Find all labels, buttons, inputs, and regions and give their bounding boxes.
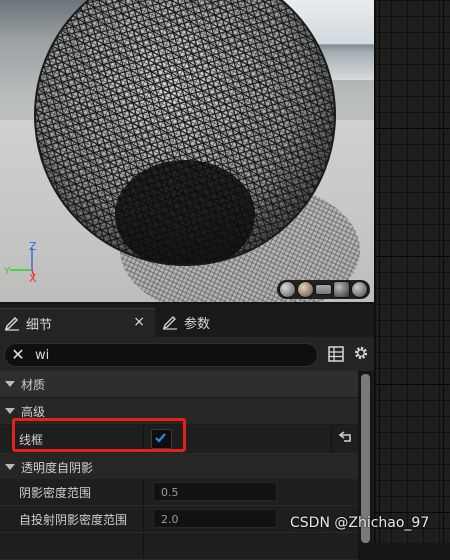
property-row-shadow-density: 阴影密度范围 0.5 [0,479,358,506]
category-material[interactable]: 材质 [0,371,358,398]
expand-arrow-icon [5,464,15,470]
wire-sphere-icon[interactable] [279,281,296,298]
property-row-wireframe: 线框 [0,425,358,454]
checkmark-icon [155,433,166,443]
graph-gridline [375,512,450,513]
x-axis-label: X [29,272,37,285]
material-graph-canvas[interactable] [374,0,450,543]
axis-gizmo: Z Y X [3,240,37,285]
tab-parameters-label: 参数 [184,317,211,332]
close-tab-icon[interactable]: × [133,314,145,330]
tab-parameters[interactable]: 参数 [158,308,308,337]
pencil-icon [4,316,19,331]
column-divider [143,533,144,559]
table-view-icon[interactable] [328,346,344,362]
property-label: 自投射阴影密度范围 [19,512,128,527]
property-label: 线框 [19,432,44,447]
graph-gridline [375,128,450,129]
preview-mesh-toolbar [277,280,370,299]
self-shadow-density-field[interactable]: 2.0 [153,509,277,528]
graph-gridline [443,0,444,543]
category-advanced[interactable]: 高级 [0,398,358,425]
plane-icon[interactable] [315,284,332,295]
column-divider [143,425,144,453]
category-label: 材质 [21,377,46,392]
graph-gridline [375,256,450,257]
property-row-partial [0,533,358,560]
gear-icon[interactable] [352,344,370,362]
reset-to-default-icon[interactable] [336,429,354,447]
column-divider [143,506,144,532]
property-label: 阴影密度范围 [19,485,92,500]
sphere-icon[interactable] [297,281,314,298]
search-box: ✕ [4,343,318,367]
tab-details-label: 细节 [26,318,53,333]
graph-gridline [379,0,380,543]
z-axis-label: Z [29,240,37,253]
shadow-density-field[interactable]: 0.5 [153,482,277,501]
graph-gridline [375,384,450,385]
details-search-row: ✕ [0,337,374,371]
category-label: 透明度自阴影 [21,460,94,475]
details-tab-bar: 细节 × 参数 [0,304,374,338]
cube-icon[interactable] [333,281,350,298]
wireframe-checkbox[interactable] [151,429,172,449]
tab-details[interactable]: 细节 × [0,308,155,338]
expand-arrow-icon [5,408,15,414]
custom-mesh-icon[interactable] [351,281,368,298]
expand-arrow-icon [5,381,15,387]
category-label: 高级 [21,404,46,419]
y-axis-label: Y [3,266,11,277]
category-translucency-self-shadow[interactable]: 透明度自阴影 [0,454,358,481]
column-divider [143,479,144,505]
watermark-text: CSDN @Zhichao_97 [290,515,430,531]
search-input[interactable] [35,344,305,366]
wireframe-sphere [34,0,360,302]
pencil-icon [162,315,177,330]
material-preview-viewport[interactable]: Z Y X [0,0,374,302]
clear-search-icon[interactable]: ✕ [9,344,27,366]
column-divider [331,425,332,453]
